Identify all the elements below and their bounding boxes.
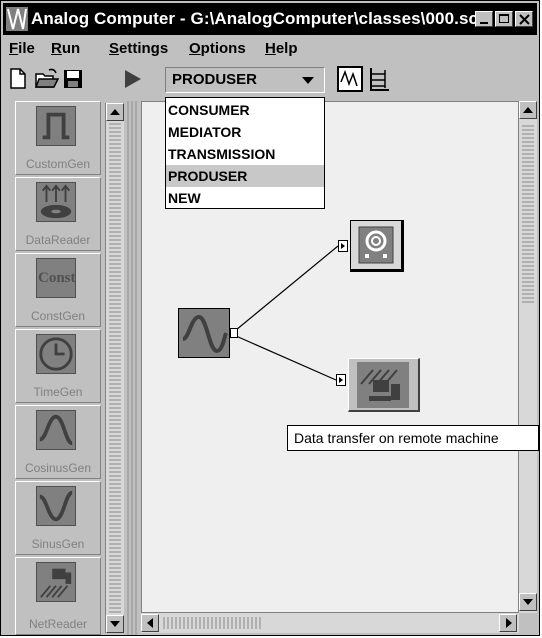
palette-item-constgen[interactable]: Const ConstGen <box>15 253 101 327</box>
sine-wave-icon <box>36 486 76 526</box>
menu-file-mnemonic: F <box>9 40 19 57</box>
net-transfer-node[interactable] <box>348 358 420 412</box>
play-icon <box>339 377 343 383</box>
component-palette: CustomGen DataReader Const ConstGen Time… <box>3 101 105 635</box>
title-bar[interactable]: Analog Computer - G:\AnalogComputer\clas… <box>3 3 537 35</box>
scroll-left-button[interactable] <box>141 614 159 632</box>
scroll-down-button[interactable] <box>106 615 124 633</box>
close-button[interactable] <box>515 11 533 27</box>
menu-settings[interactable]: Settings <box>109 40 168 57</box>
arrow-down-icon <box>110 621 120 627</box>
dropdown-option-consumer[interactable]: CONSUMER <box>166 99 324 121</box>
maximize-icon <box>499 14 509 23</box>
const-icon-text: Const <box>38 270 76 286</box>
scrollbar-thumb[interactable] <box>163 617 263 629</box>
minimize-icon <box>480 22 488 24</box>
data-reader-icon <box>36 182 76 222</box>
menu-bar: File Run Settings Options Help <box>3 37 537 61</box>
role-combo-box[interactable]: PRODUSER <box>165 67 325 93</box>
new-file-icon[interactable] <box>9 68 27 90</box>
menu-settings-mnemonic: S <box>109 40 120 57</box>
combo-selected-value: PRODUSER <box>172 71 258 88</box>
splitter-handle[interactable] <box>125 101 139 635</box>
chevron-down-icon[interactable] <box>302 77 314 84</box>
menu-file[interactable]: File <box>9 40 35 57</box>
menu-options[interactable]: Options <box>189 40 246 57</box>
sine-wave-icon <box>182 314 228 354</box>
minimize-button[interactable] <box>475 11 493 27</box>
dropdown-option-new[interactable]: NEW <box>166 187 324 209</box>
close-icon <box>519 14 530 25</box>
palette-item-cosinusgen[interactable]: CosinusGen <box>15 405 101 479</box>
scroll-up-button[interactable] <box>106 103 124 121</box>
app-logo-icon <box>6 7 28 31</box>
scroll-right-button[interactable] <box>499 614 517 632</box>
clock-icon <box>36 334 76 374</box>
canvas-vertical-scrollbar[interactable] <box>519 101 537 613</box>
palette-item-customgen[interactable]: CustomGen <box>15 101 101 175</box>
arrow-down-icon <box>523 599 533 605</box>
menu-help-label: elp <box>275 40 298 57</box>
menu-settings-label: ettings <box>119 40 169 57</box>
sine-source-node[interactable] <box>178 308 230 358</box>
net-reader-icon <box>36 562 76 602</box>
connection-wire <box>235 335 337 381</box>
arrow-up-icon <box>110 109 120 115</box>
palette-item-datareader[interactable]: DataReader <box>15 177 101 251</box>
palette-item-label: CosinusGen <box>24 461 92 475</box>
dropdown-option-produser[interactable]: PRODUSER <box>166 165 324 187</box>
arrow-up-icon <box>523 107 533 113</box>
open-folder-icon[interactable] <box>35 68 59 90</box>
menu-run-label: un <box>61 40 81 57</box>
save-disk-icon[interactable] <box>63 68 83 90</box>
scope-display-node[interactable] <box>350 220 404 272</box>
palette-item-label: SinusGen <box>31 537 85 551</box>
window-title: Analog Computer - G:\AnalogComputer\clas… <box>31 9 489 28</box>
run-play-icon[interactable] <box>121 68 143 90</box>
palette-item-label: NetReader <box>28 617 88 631</box>
scroll-up-button[interactable] <box>519 101 537 119</box>
palette-item-sinusgen[interactable]: SinusGen <box>15 481 101 555</box>
canvas-horizontal-scrollbar[interactable] <box>141 613 519 633</box>
cosine-wave-icon <box>36 410 76 450</box>
palette-item-label: DataReader <box>25 233 91 247</box>
pulse-icon <box>36 106 76 146</box>
scrollbar-thumb[interactable] <box>522 123 534 303</box>
combo-dropdown-list[interactable]: CONSUMER MEDIATOR TRANSMISSION PRODUSER … <box>165 97 325 209</box>
palette-item-netreader[interactable]: NetReader <box>15 557 101 635</box>
oscilloscope-icon <box>358 226 394 264</box>
menu-file-label: ile <box>18 40 35 57</box>
palette-scrollbar[interactable] <box>105 103 124 633</box>
node-tooltip: Data transfer on remote machine <box>287 425 539 451</box>
app-window: Analog Computer - G:\AnalogComputer\clas… <box>0 0 540 636</box>
palette-item-label: ConstGen <box>30 309 86 323</box>
menu-help[interactable]: Help <box>265 40 298 57</box>
maximize-button[interactable] <box>495 11 513 27</box>
scroll-down-button[interactable] <box>519 593 537 611</box>
dropdown-option-transmission[interactable]: TRANSMISSION <box>166 143 324 165</box>
palette-item-label: CustomGen <box>25 157 91 171</box>
input-port[interactable] <box>336 374 346 386</box>
output-port[interactable] <box>230 328 238 338</box>
menu-run[interactable]: Run <box>51 40 80 57</box>
menu-run-mnemonic: R <box>51 40 62 57</box>
palette-item-timegen[interactable]: TimeGen <box>15 329 101 403</box>
connection-wire <box>235 245 339 331</box>
scope-view-icon[interactable] <box>337 66 363 92</box>
net-writer-icon <box>357 362 409 408</box>
arrow-right-icon <box>506 618 512 628</box>
palette-item-label: TimeGen <box>33 385 83 399</box>
menu-options-mnemonic: O <box>189 40 201 57</box>
input-port[interactable] <box>338 240 348 252</box>
dropdown-option-mediator[interactable]: MEDIATOR <box>166 121 324 143</box>
const-icon: Const <box>36 258 76 298</box>
tree-view-icon[interactable] <box>367 66 393 92</box>
arrow-left-icon <box>147 618 153 628</box>
scrollbar-thumb[interactable] <box>109 123 121 613</box>
menu-help-mnemonic: H <box>265 40 276 57</box>
menu-options-label: ptions <box>200 40 246 57</box>
play-icon <box>341 243 345 249</box>
